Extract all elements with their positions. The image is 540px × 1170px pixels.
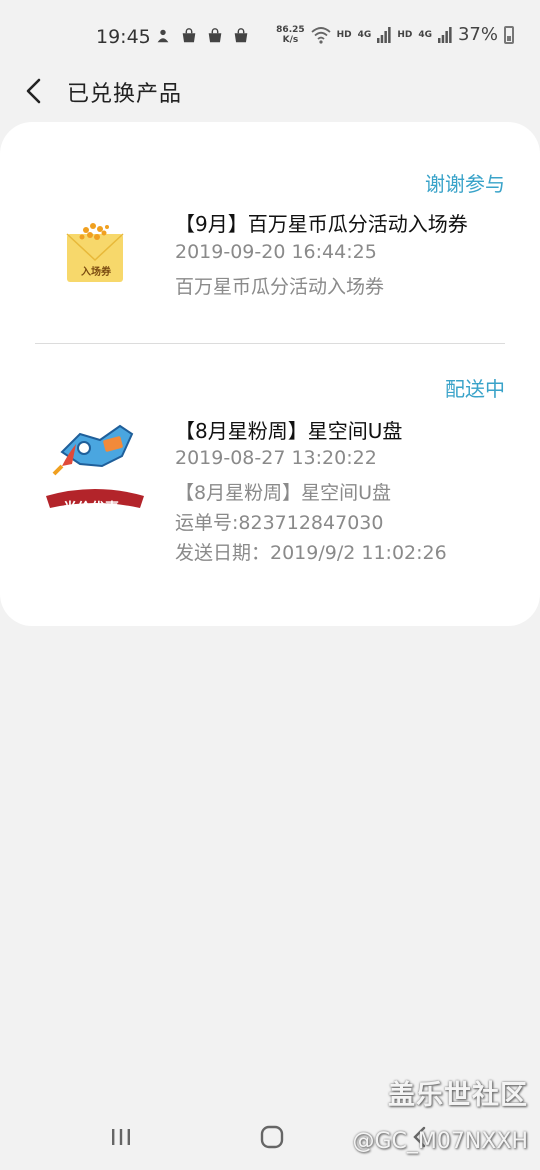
- item-description: 【8月星粉周】星空间U盘: [175, 482, 391, 504]
- network-speed: 86.25 K/s: [276, 25, 304, 45]
- wifi-icon: [311, 26, 331, 44]
- watermark-site: 盖乐世社区: [388, 1080, 528, 1111]
- app-header: 已兑换产品: [0, 66, 540, 116]
- battery-percent: 37%: [457, 24, 498, 45]
- item-status: 配送中: [445, 377, 505, 401]
- ticket-coupon-label: 入场券: [81, 267, 111, 278]
- status-bar: 19:45 86.25 K/s HD 4G HD 4G 37%: [0, 0, 540, 72]
- notification-icons: [154, 26, 250, 46]
- network-speed-unit: K/s: [282, 34, 299, 45]
- recent-apps-button[interactable]: [101, 1120, 141, 1154]
- redeemed-products-card: 谢谢参与 入场券 【9月】百万星币瓜分活动入场券 2019-09-20 16:4…: [0, 122, 540, 626]
- shopping-bag-icon: [208, 28, 222, 43]
- watermark-user: @GC_M07NXXH: [352, 1129, 528, 1154]
- product-item[interactable]: 谢谢参与 入场券 【9月】百万星币瓜分活动入场券 2019-09-20 16:4…: [0, 122, 540, 343]
- lte-label: 4G: [418, 29, 432, 40]
- status-right: 86.25 K/s HD 4G HD 4G 37%: [276, 24, 514, 45]
- lte-label: 4G: [357, 29, 372, 40]
- home-button[interactable]: [252, 1120, 292, 1154]
- app-notification-icon: [157, 29, 169, 43]
- signal-icon: [437, 26, 452, 43]
- item-status: 谢谢参与: [425, 172, 505, 196]
- item-tracking-number: 运单号:823712847030: [175, 512, 384, 534]
- ticket-coupon-icon: [66, 223, 124, 282]
- item-ship-date: 发送日期：2019/9/2 11:02:26: [175, 542, 447, 564]
- network-speed-value: 86.25: [276, 24, 305, 35]
- hd-label: HD: [397, 29, 413, 40]
- item-date: 2019-09-20 16:44:25: [175, 241, 377, 263]
- item-name: 【8月星粉周】星空间U盘: [175, 419, 403, 443]
- signal-icon: [377, 26, 391, 43]
- page-title: 已兑换产品: [67, 82, 183, 107]
- product-item[interactable]: 配送中 半价优惠 【8月星粉周】星空间U盘 2019-08-27 13:20:2…: [0, 344, 540, 626]
- back-button[interactable]: [18, 74, 52, 108]
- item-date: 2019-08-27 13:20:22: [175, 447, 377, 469]
- hd-label: HD: [336, 29, 352, 40]
- half-price-badge: 半价优惠: [63, 501, 119, 517]
- item-description: 百万星币瓜分活动入场券: [175, 276, 385, 298]
- battery-icon: [504, 25, 514, 44]
- status-time: 19:45: [96, 26, 151, 48]
- item-name: 【9月】百万星币瓜分活动入场券: [175, 212, 468, 236]
- shopping-bag-icon: [234, 28, 248, 43]
- shopping-bag-icon: [182, 28, 196, 43]
- screen: 19:45 86.25 K/s HD 4G HD 4G 37% 已兑换产品 谢谢…: [0, 0, 540, 1170]
